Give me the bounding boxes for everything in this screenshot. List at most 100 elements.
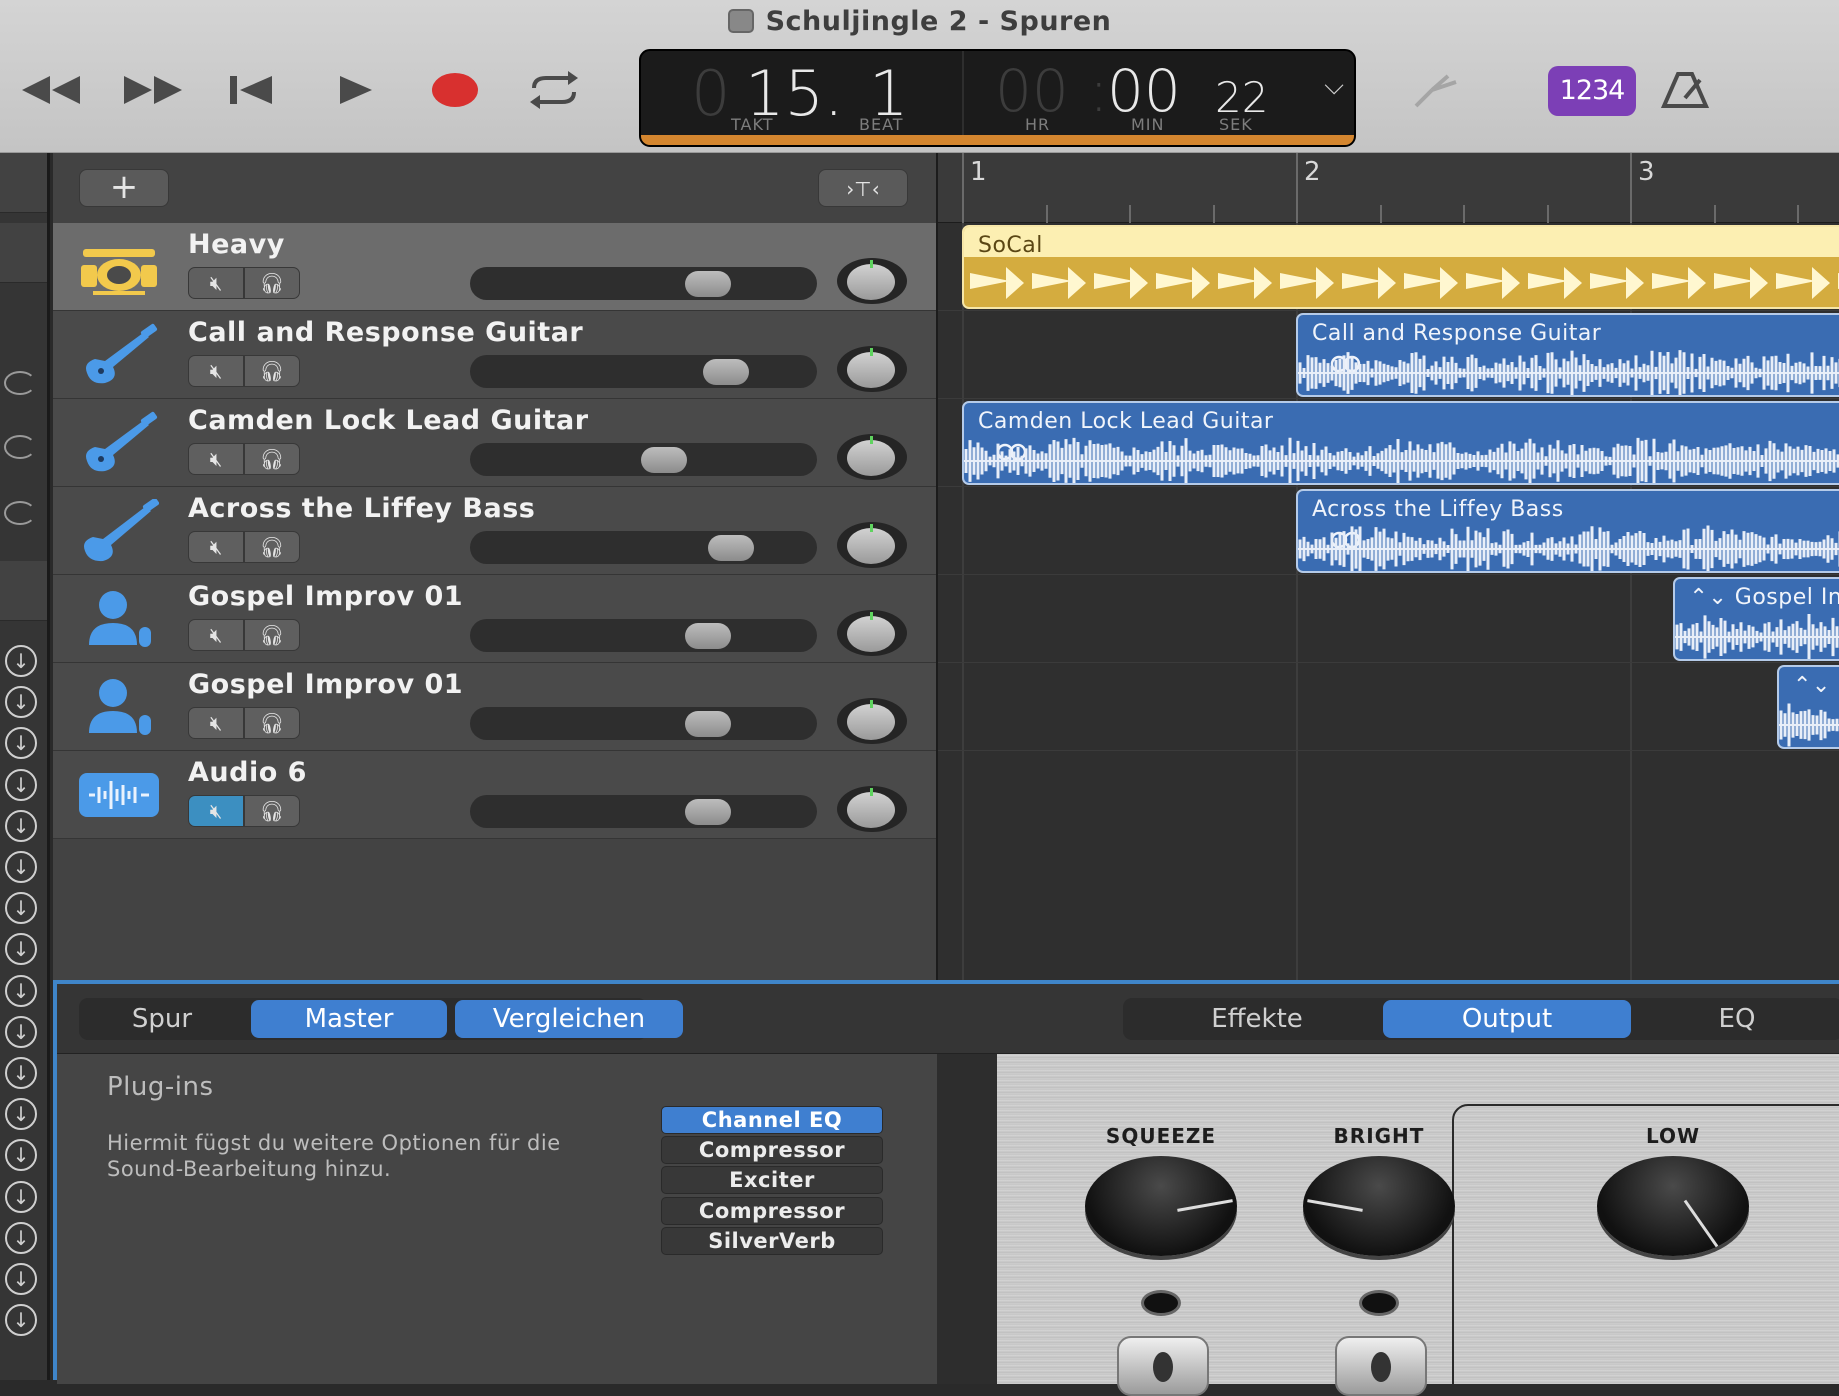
download-icon[interactable]: ↓: [5, 1057, 37, 1089]
drummer-region[interactable]: SoCal: [962, 225, 1839, 309]
volume-slider-thumb[interactable]: [684, 799, 731, 825]
fast-forward-button[interactable]: [122, 68, 186, 112]
solo-button[interactable]: 🎧︎: [244, 619, 300, 651]
timeline[interactable]: 1 2 3 SoCal Call and Response Guitar Camden …: [936, 153, 1839, 990]
pan-knob[interactable]: [837, 698, 907, 744]
mute-button[interactable]: 🔇︎: [188, 619, 244, 651]
add-track-button[interactable]: +: [79, 169, 169, 207]
tuner-button[interactable]: [1408, 68, 1464, 112]
pan-knob[interactable]: [837, 522, 907, 568]
volume-slider-thumb[interactable]: [684, 711, 731, 737]
download-icon[interactable]: ↓: [5, 1263, 37, 1295]
timeline-ruler[interactable]: 1 2 3: [938, 153, 1839, 223]
solo-button[interactable]: 🎧︎: [244, 355, 300, 387]
squeeze-toggle[interactable]: [1117, 1336, 1209, 1396]
volume-slider[interactable]: [470, 443, 817, 476]
pan-knob[interactable]: [837, 346, 907, 392]
low-knob[interactable]: [1597, 1156, 1749, 1256]
volume-slider[interactable]: [470, 355, 817, 388]
download-icon[interactable]: ↓: [5, 809, 37, 842]
pan-knob[interactable]: [837, 786, 907, 832]
download-icon[interactable]: ↓: [5, 645, 37, 677]
audio-region[interactable]: Across the Liffey Bass: [1296, 489, 1839, 573]
track-filter-button[interactable]: ›⊤‹: [818, 169, 908, 207]
squeeze-knob[interactable]: [1085, 1156, 1237, 1256]
bright-toggle[interactable]: [1335, 1336, 1427, 1396]
lcd-display[interactable]: 0 15. 1 TAKT BEAT 00 : 00 22 HR MIN SEK …: [639, 49, 1356, 147]
mute-button[interactable]: 🔇︎: [188, 267, 244, 299]
track-header[interactable]: Camden Lock Lead Guitar 🔇︎ 🎧︎: [53, 399, 936, 487]
download-icon[interactable]: ↓: [5, 974, 37, 1007]
plugin-slot[interactable]: Compressor: [661, 1136, 883, 1164]
region-name-text: Call and Response Guitar: [1312, 321, 1602, 346]
solo-button[interactable]: 🎧︎: [244, 267, 300, 299]
rewind-button[interactable]: [18, 68, 82, 112]
download-icon[interactable]: ↓: [5, 727, 37, 760]
plugin-slot[interactable]: Compressor: [661, 1197, 883, 1225]
solo-button[interactable]: 🎧︎: [244, 707, 300, 739]
play-button[interactable]: [336, 68, 376, 112]
tab-eq[interactable]: EQ: [1647, 1000, 1827, 1038]
plugin-slot[interactable]: Exciter: [661, 1166, 883, 1194]
volume-slider-thumb[interactable]: [702, 359, 749, 385]
track-header[interactable]: Across the Liffey Bass 🔇︎ 🎧︎: [53, 487, 936, 575]
pan-knob[interactable]: [837, 610, 907, 656]
audio-region[interactable]: ⌃⌄ G: [1776, 665, 1839, 749]
download-icon[interactable]: ↓: [5, 686, 37, 719]
download-icon[interactable]: ↓: [5, 1098, 37, 1131]
track-header[interactable]: Gospel Improv 01 🔇︎ 🎧︎: [53, 575, 936, 663]
volume-slider[interactable]: [470, 531, 817, 564]
tab-effekte[interactable]: Effekte: [1137, 1000, 1377, 1038]
mute-button[interactable]: 🔇︎: [188, 795, 244, 827]
download-icon[interactable]: ↓: [5, 933, 37, 966]
download-icon[interactable]: ↓: [5, 1015, 37, 1048]
download-icon[interactable]: ↓: [5, 1221, 37, 1254]
mute-button[interactable]: 🔇︎: [188, 443, 244, 475]
count-in-button[interactable]: 1234: [1548, 66, 1636, 116]
drum-kit-icon: [79, 235, 159, 299]
chevron-down-icon[interactable]: ⌵: [1324, 71, 1344, 102]
volume-slider-thumb[interactable]: [641, 447, 687, 473]
pan-knob[interactable]: [837, 434, 907, 480]
volume-slider-thumb[interactable]: [708, 535, 755, 561]
track-header[interactable]: Gospel Improv 01 🔇︎ 🎧︎: [53, 663, 936, 751]
audio-region[interactable]: Camden Lock Lead Guitar: [962, 401, 1839, 485]
audio-region[interactable]: ⌃⌄ Gospel In: [1673, 577, 1839, 661]
cycle-button[interactable]: [528, 68, 580, 112]
download-icon[interactable]: ↓: [5, 1180, 37, 1213]
track-header[interactable]: Heavy 🔇︎ 🎧︎: [53, 223, 936, 311]
download-icon[interactable]: ↓: [5, 768, 37, 801]
tab-spur[interactable]: Spur: [87, 1000, 237, 1038]
track-header[interactable]: Call and Response Guitar 🔇︎ 🎧︎: [53, 311, 936, 399]
metronome-button[interactable]: [1660, 68, 1710, 112]
go-to-start-button[interactable]: [228, 68, 276, 112]
solo-button[interactable]: 🎧︎: [244, 443, 300, 475]
volume-slider[interactable]: [470, 795, 817, 828]
audio-region[interactable]: Call and Response Guitar: [1296, 313, 1839, 397]
download-icon[interactable]: ↓: [5, 1139, 37, 1172]
plugin-slot[interactable]: SilverVerb: [661, 1227, 883, 1255]
volume-slider-thumb[interactable]: [684, 623, 731, 649]
track-header[interactable]: Audio 6 🔇︎ 🎧︎: [53, 751, 936, 839]
track-lane[interactable]: [938, 663, 1839, 751]
solo-button[interactable]: 🎧︎: [244, 795, 300, 827]
record-button[interactable]: [430, 68, 480, 112]
mute-button[interactable]: 🔇︎: [188, 355, 244, 387]
tab-vergleichen[interactable]: Vergleichen: [455, 1000, 683, 1038]
download-icon[interactable]: ↓: [5, 851, 37, 883]
ruler-beat-tick: [1379, 205, 1382, 223]
tab-master[interactable]: Master: [251, 1000, 447, 1038]
mute-button[interactable]: 🔇︎: [188, 707, 244, 739]
volume-slider-thumb[interactable]: [684, 271, 731, 297]
mute-button[interactable]: 🔇︎: [188, 531, 244, 563]
download-icon[interactable]: ↓: [5, 1304, 37, 1337]
tab-output[interactable]: Output: [1383, 1000, 1631, 1038]
volume-slider[interactable]: [470, 619, 817, 652]
bright-knob[interactable]: [1303, 1156, 1455, 1256]
solo-button[interactable]: 🎧︎: [244, 531, 300, 563]
volume-slider[interactable]: [470, 267, 817, 300]
plugin-slot[interactable]: Channel EQ: [661, 1106, 883, 1134]
pan-knob[interactable]: [837, 258, 907, 304]
download-icon[interactable]: ↓: [5, 892, 37, 925]
volume-slider[interactable]: [470, 707, 817, 740]
